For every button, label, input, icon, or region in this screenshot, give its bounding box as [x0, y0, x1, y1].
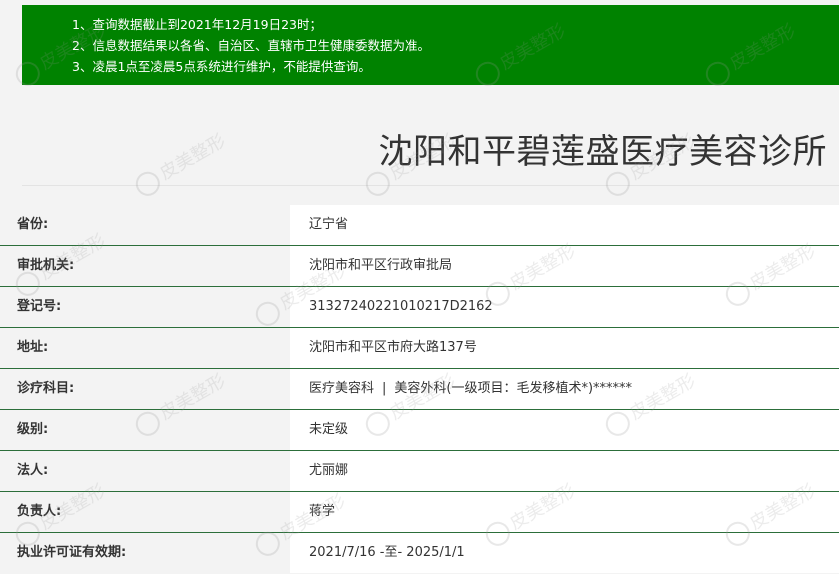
row-label: 地址: — [0, 328, 290, 368]
notice-banner: 1、查询数据截止到2021年12月19日23时； 2、信息数据结果以各省、自治区… — [22, 5, 839, 85]
table-row: 省份: 辽宁省 — [0, 205, 839, 246]
table-row: 级别: 未定级 — [0, 410, 839, 451]
row-value: 沈阳市和平区行政审批局 — [309, 258, 453, 273]
row-value: 蒋学 — [309, 504, 336, 519]
watermark: 皮美整形 — [130, 127, 230, 201]
table-row: 审批机关: 沈阳市和平区行政审批局 — [0, 246, 839, 287]
notice-line: 3、凌晨1点至凌晨5点系统进行维护，不能提供查询。 — [72, 59, 371, 74]
table-row: 地址: 沈阳市和平区市府大路137号 — [0, 328, 839, 369]
row-label: 登记号: — [0, 287, 290, 327]
department-primary: 医疗美容科 — [309, 381, 375, 396]
row-value: 医疗美容科 | 美容外科(一级项目：毛发移植术*)****** — [309, 369, 632, 409]
row-value: 尤丽娜 — [309, 463, 349, 478]
divider — [22, 185, 839, 186]
row-value: 2021/7/16 -至- 2025/1/1 — [309, 545, 465, 560]
notice-line: 1、查询数据截止到2021年12月19日23时； — [72, 17, 322, 32]
table-row: 登记号: 31327240221010217D2162 — [0, 287, 839, 328]
row-value: 未定级 — [309, 422, 349, 437]
table-row: 法人: 尤丽娜 — [0, 451, 839, 492]
row-label: 省份: — [0, 205, 290, 245]
department-secondary: 美容外科(一级项目：毛发移植术*)****** — [394, 381, 633, 396]
row-label: 负责人: — [0, 492, 290, 532]
table-row: 执业许可证有效期: 2021/7/16 -至- 2025/1/1 — [0, 533, 839, 573]
row-label: 诊疗科目: — [0, 369, 290, 409]
table-row: 诊疗科目: 医疗美容科 | 美容外科(一级项目：毛发移植术*)****** — [0, 369, 839, 410]
row-label: 级别: — [0, 410, 290, 450]
row-value: 沈阳市和平区市府大路137号 — [309, 340, 477, 355]
table-row: 负责人: 蒋学 — [0, 492, 839, 533]
row-value: 辽宁省 — [309, 217, 349, 232]
row-label: 审批机关: — [0, 246, 290, 286]
watermark-logo-icon — [131, 167, 165, 201]
row-label: 执业许可证有效期: — [0, 533, 290, 573]
row-value: 31327240221010217D2162 — [309, 299, 493, 314]
row-label: 法人: — [0, 451, 290, 491]
info-table: 省份: 辽宁省 审批机关: 沈阳市和平区行政审批局 登记号: 313272402… — [0, 205, 839, 573]
page-title: 沈阳和平碧莲盛医疗美容诊所 — [378, 132, 827, 172]
department-separator: | — [382, 381, 387, 396]
notice-line: 2、信息数据结果以各省、自治区、直辖市卫生健康委数据为准。 — [72, 38, 430, 53]
